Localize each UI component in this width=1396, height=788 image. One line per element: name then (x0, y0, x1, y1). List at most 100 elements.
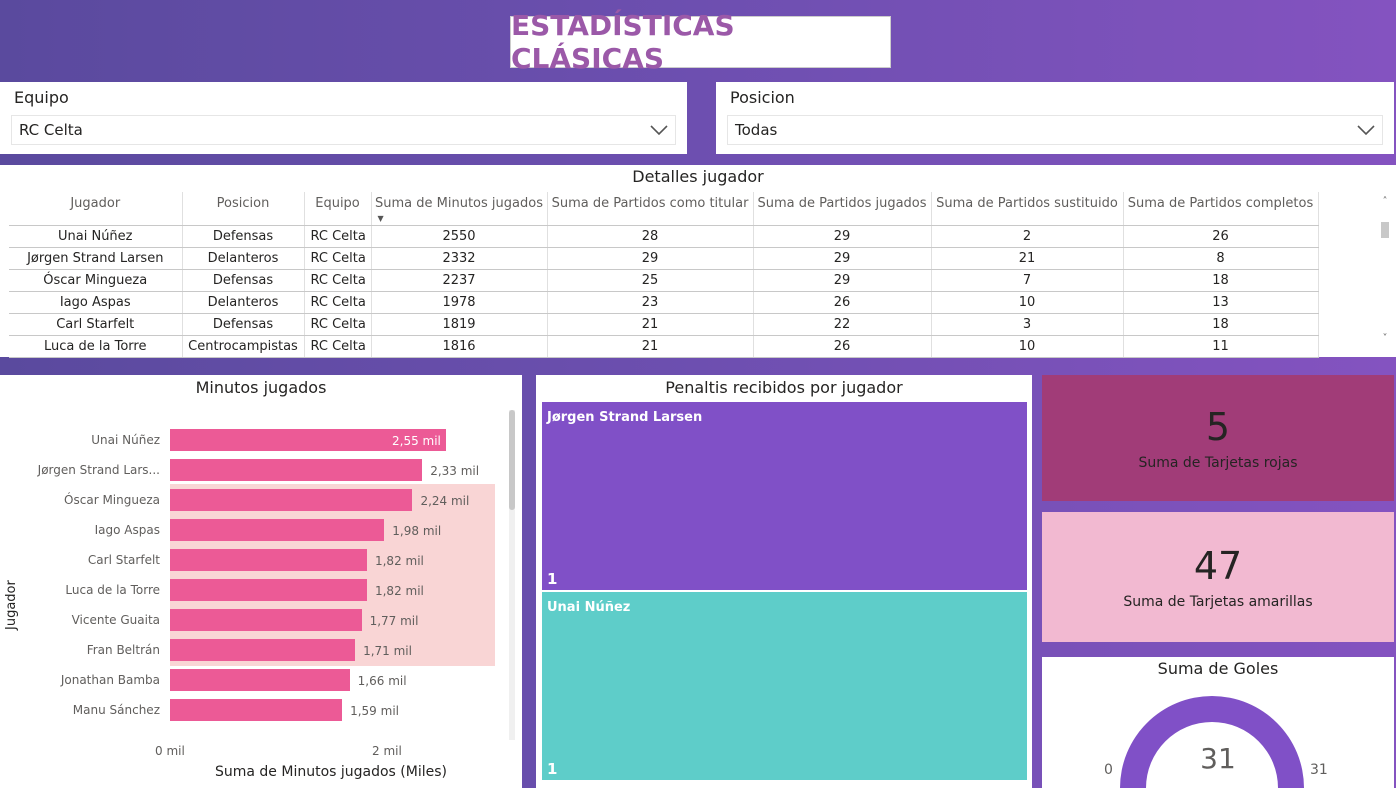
table-cell: Defensas (182, 225, 305, 248)
table-cell: RC Celta (304, 269, 372, 292)
table-cell: Centrocampistas (182, 335, 305, 358)
table-cell: 2237 (371, 269, 548, 292)
table-cell: 29 (753, 225, 932, 248)
table-cell: Óscar Mingueza (9, 269, 183, 292)
table-row[interactable]: Iago Aspas Delanteros RC Celta 1978 23 26 10 13 (9, 291, 1319, 314)
table-cell: 10 (931, 335, 1124, 358)
table-row[interactable]: Óscar Mingueza Defensas RC Celta 2237 25 29 7 1… (9, 269, 1319, 292)
scroll-down-icon[interactable]: ˅ (1379, 333, 1391, 344)
treemap-title: Penaltis recibidos por jugador (665, 378, 903, 397)
player-details-table-panel: Detalles jugador Jugador Posicion Equipo… (0, 165, 1396, 358)
table-cell: Luca de la Torre (9, 335, 183, 358)
col-header[interactable]: Jugador (9, 192, 183, 226)
table-cell: Defensas (182, 313, 305, 336)
bar-category-label: Fran Beltrán (86, 643, 160, 657)
chart-scrollbar[interactable] (509, 410, 515, 740)
table-cell: 2550 (371, 225, 548, 248)
penalties-treemap: Penaltis recibidos por jugador Jørgen St… (536, 375, 1032, 788)
bar-value-label: 2,33 mil (430, 464, 480, 478)
bar-value-label: 1,82 mil (374, 584, 424, 598)
gauge-min: 0 (1104, 762, 1113, 778)
col-header-sorted[interactable]: Suma de Minutos jugados ▼ (371, 192, 548, 226)
table-cell: 10 (931, 291, 1124, 314)
bar-value-label: 1,77 mil (369, 614, 419, 628)
bar[interactable] (170, 519, 385, 541)
card-value: 5 (1205, 405, 1231, 449)
scroll-thumb[interactable] (1381, 222, 1389, 238)
bar-value-label: 2,24 mil (420, 494, 470, 508)
col-header-label: Suma de Minutos jugados (375, 196, 543, 211)
treemap-cell-value: 1 (547, 760, 558, 778)
table-cell: 21 (931, 247, 1124, 270)
bar-value-label: 1,71 mil (363, 644, 412, 658)
bar[interactable] (170, 489, 413, 511)
bar-category-label: Luca de la Torre (65, 583, 160, 597)
bar-category-label: Jonathan Bamba (60, 673, 160, 687)
bar-value-label: 1,59 mil (350, 704, 399, 718)
table-cell: 11 (1123, 335, 1319, 358)
table-cell: 8 (1123, 247, 1319, 270)
col-header[interactable]: Suma de Partidos sustituido (931, 192, 1124, 226)
treemap-cell[interactable]: Unai Núñez 1 (542, 592, 1027, 780)
table-cell: 21 (547, 313, 754, 336)
table-cell: 26 (753, 291, 932, 314)
bar-value-label: 1,82 mil (374, 554, 424, 568)
slicer-equipo: Equipo RC Celta (0, 82, 687, 154)
bar[interactable] (170, 699, 343, 721)
table-cell: 29 (753, 247, 932, 270)
table-cell: 23 (547, 291, 754, 314)
table-cell: Carl Starfelt (9, 313, 183, 336)
table-cell: 1978 (371, 291, 548, 314)
table-cell: RC Celta (304, 335, 372, 358)
table-cell: 21 (547, 335, 754, 358)
treemap-cell-name: Unai Núñez (547, 600, 631, 615)
table-row[interactable]: Unai Núñez Defensas RC Celta 2550 28 29 2 26 (9, 225, 1319, 248)
col-header[interactable]: Suma de Partidos como titular (547, 192, 754, 226)
bar[interactable] (170, 459, 423, 481)
bar-category-label: Manu Sánchez (72, 703, 160, 717)
table-row[interactable]: Jørgen Strand Larsen Delanteros RC Celta 23… (9, 247, 1319, 270)
card-label: Suma de Tarjetas rojas (1138, 455, 1298, 471)
posicion-dropdown-value: Todas (735, 121, 778, 139)
treemap-cell-value: 1 (547, 570, 558, 588)
treemap-cell[interactable]: Jørgen Strand Larsen 1 (542, 402, 1027, 590)
bar-category-label: Unai Núñez (91, 433, 160, 447)
equipo-dropdown[interactable]: RC Celta (11, 115, 676, 145)
table-cell: Delanteros (182, 247, 305, 270)
table-cell: RC Celta (304, 291, 372, 314)
minutes-bar-chart: Minutos jugados Jugador Unai Núñez 2,55 m… (0, 375, 522, 788)
scroll-up-icon[interactable]: ˄ (1379, 196, 1391, 207)
bar[interactable] (170, 549, 367, 571)
gauge-value: 31 (1200, 742, 1236, 775)
bar[interactable] (170, 639, 356, 661)
table-cell: 29 (547, 247, 754, 270)
table-title: Detalles jugador (632, 167, 764, 186)
col-header[interactable]: Equipo (304, 192, 372, 226)
bar-category-label: Carl Starfelt (87, 553, 160, 567)
table-row[interactable]: Luca de la Torre Centrocampistas RC Celta 1… (9, 335, 1319, 358)
bar-value-label: 2,55 mil (392, 434, 441, 448)
player-details-table: Jugador Posicion Equipo Suma de Minutos … (9, 192, 1319, 358)
table-cell: 25 (547, 269, 754, 292)
col-header[interactable]: Posicion (182, 192, 305, 226)
card-label: Suma de Tarjetas amarillas (1123, 594, 1313, 610)
chevron-down-icon (1357, 125, 1375, 136)
chart-scroll-thumb[interactable] (509, 410, 515, 510)
table-cell: 7 (931, 269, 1124, 292)
col-header[interactable]: Suma de Partidos jugados (753, 192, 932, 226)
table-cell: RC Celta (304, 313, 372, 336)
table-scrollbar[interactable]: ˄ ˅ (1379, 192, 1391, 344)
table-row[interactable]: Carl Starfelt Defensas RC Celta 1819 21 22 3 18 (9, 313, 1319, 336)
table-cell: 3 (931, 313, 1124, 336)
table-cell: 29 (753, 269, 932, 292)
x-tick-label: 2 mil (372, 744, 402, 758)
bar[interactable] (170, 609, 362, 631)
table-cell: 22 (753, 313, 932, 336)
bar[interactable] (170, 669, 350, 691)
posicion-dropdown[interactable]: Todas (727, 115, 1383, 145)
col-header[interactable]: Suma de Partidos completos (1123, 192, 1319, 226)
bar[interactable] (170, 579, 367, 601)
equipo-dropdown-value: RC Celta (19, 121, 83, 139)
table-cell: 28 (547, 225, 754, 248)
table-cell: Delanteros (182, 291, 305, 314)
